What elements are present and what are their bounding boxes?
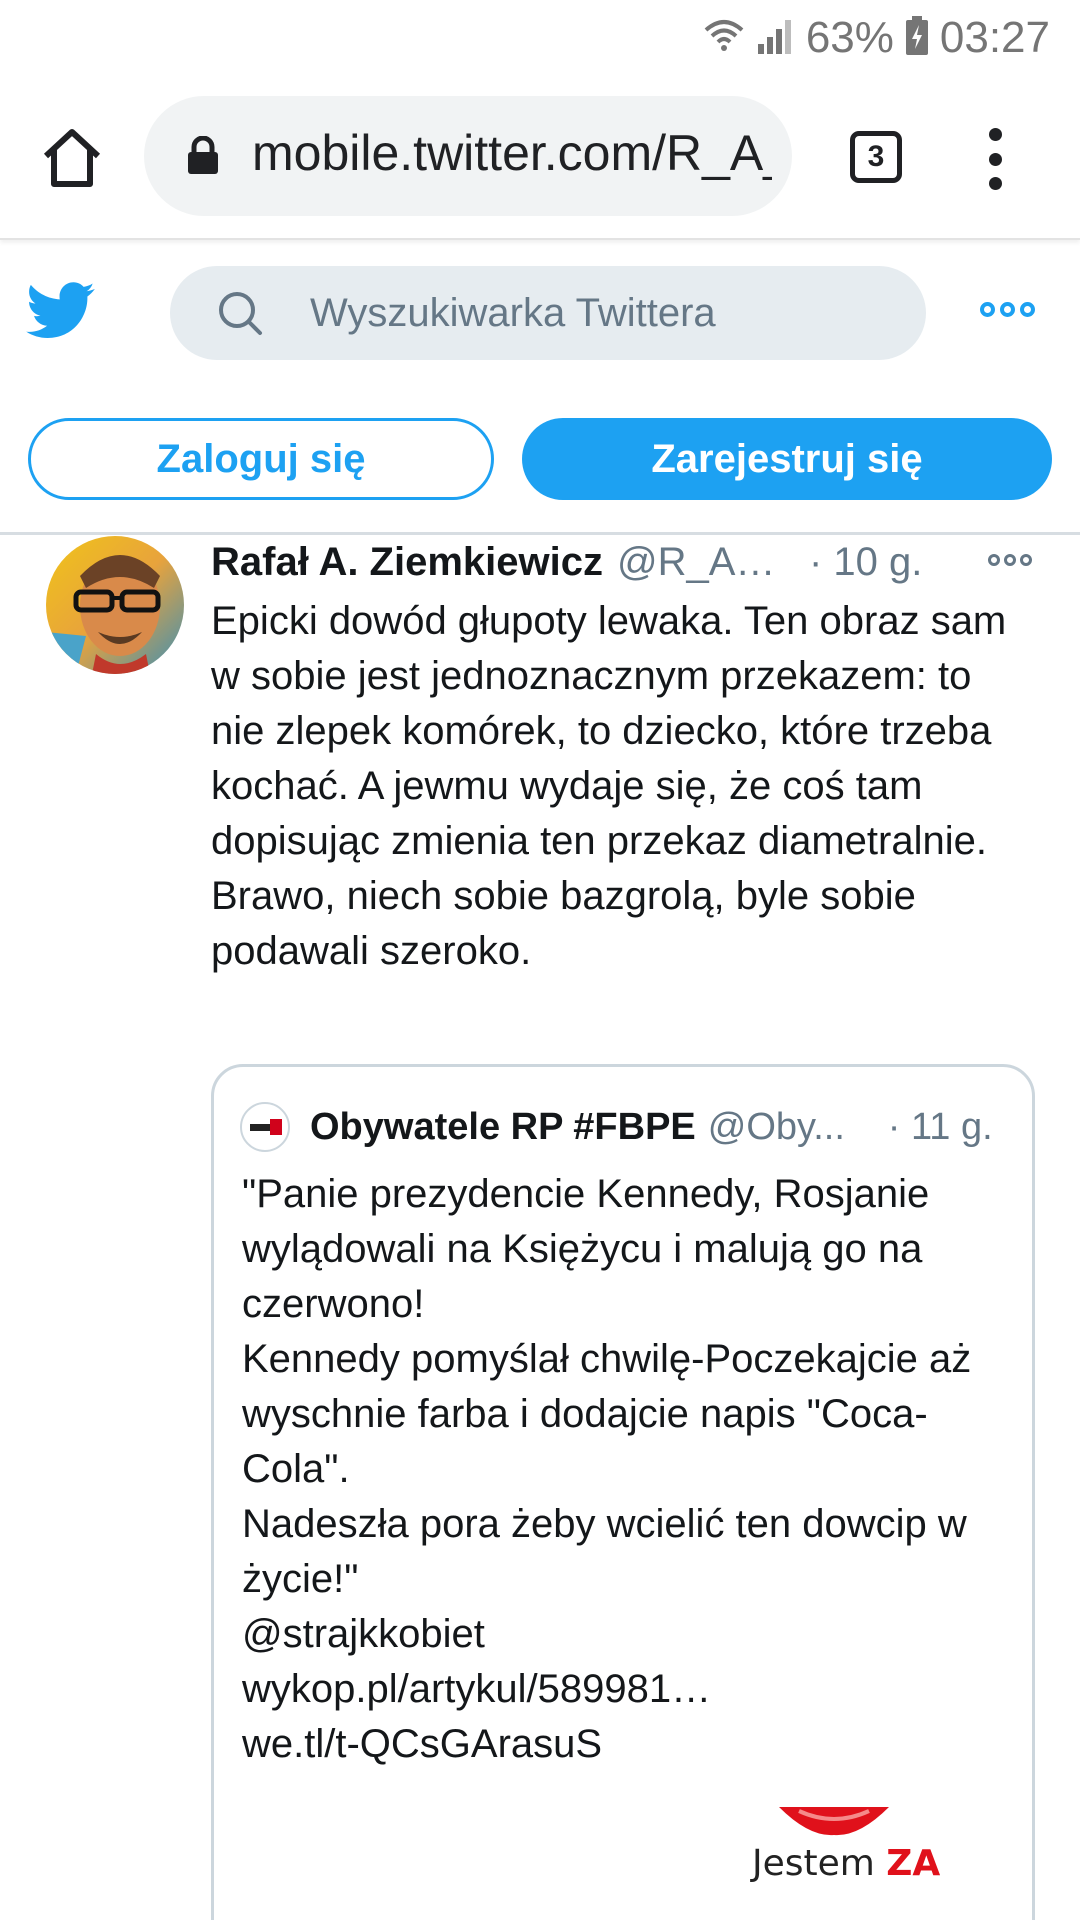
quoted-tweet-header: Obywatele RP #FBPE @Oby... · 11 g.: [240, 1097, 1030, 1157]
tweet-header: Rafał A. Ziemkiewicz @R_A_... · 10 g.: [211, 536, 1061, 588]
signup-button[interactable]: Zarejestruj się: [522, 418, 1052, 500]
header-divider: [0, 532, 1080, 535]
battery-percent: 63%: [805, 13, 894, 62]
quoted-avatar: [240, 1102, 290, 1152]
kebab-menu-icon[interactable]: [980, 124, 1010, 194]
tweet-author-name[interactable]: Rafał A. Ziemkiewicz: [211, 540, 603, 585]
tweet-text: Epicki dowód głupoty lewaka. Ten obraz s…: [211, 599, 1007, 973]
twitter-header: [0, 242, 1080, 382]
tweet-author-handle[interactable]: @R_A_...: [617, 540, 779, 585]
quoted-tweet-image[interactable]: Jestem ZA: [214, 1807, 1032, 1920]
home-button[interactable]: [38, 124, 106, 192]
status-icons: 63% 03:27: [702, 10, 1050, 66]
login-button[interactable]: Zaloguj się: [28, 418, 494, 500]
home-icon: [43, 129, 101, 187]
image-caption-prefix: Jestem: [752, 1843, 887, 1884]
search-icon: [216, 289, 264, 342]
battery-icon: [904, 15, 930, 62]
quoted-author-handle: @Oby...: [707, 1105, 845, 1148]
image-caption-accent: ZA: [886, 1843, 941, 1884]
signal-icon: [756, 16, 796, 61]
lock-icon: [186, 135, 220, 181]
more-icon[interactable]: [980, 302, 1035, 317]
twitter-bird-icon[interactable]: [26, 282, 96, 345]
search-bar[interactable]: [170, 266, 926, 360]
quoted-tweet-text: "Panie prezydencie Kennedy, Rosjanie wyl…: [242, 1172, 972, 1766]
browser-toolbar: mobile.twitter.com/R_A_Ziemkiewicz 3: [0, 76, 1080, 240]
heart-graphic: [304, 1915, 604, 1920]
wifi-icon: [702, 16, 746, 61]
clock: 03:27: [939, 13, 1050, 62]
quoted-timestamp: · 11 g.: [887, 1105, 993, 1148]
tab-switcher-button[interactable]: 3: [850, 131, 902, 183]
tweet-more-icon[interactable]: [988, 554, 1032, 566]
heart-graphic-top: [779, 1807, 889, 1842]
url-text: mobile.twitter.com/R_A_Ziemkiewicz: [252, 125, 772, 181]
tweet-timestamp[interactable]: · 10 g.: [809, 540, 922, 585]
search-input[interactable]: [310, 266, 890, 360]
address-bar[interactable]: mobile.twitter.com/R_A_Ziemkiewicz: [144, 96, 792, 216]
avatar[interactable]: [46, 536, 184, 674]
quoted-author-name: Obywatele RP #FBPE: [310, 1105, 696, 1148]
image-caption: Jestem ZA: [752, 1843, 940, 1884]
status-bar: 63% 03:27: [0, 0, 1080, 76]
quoted-tweet-card[interactable]: Obywatele RP #FBPE @Oby... · 11 g. "Pani…: [211, 1064, 1035, 1920]
